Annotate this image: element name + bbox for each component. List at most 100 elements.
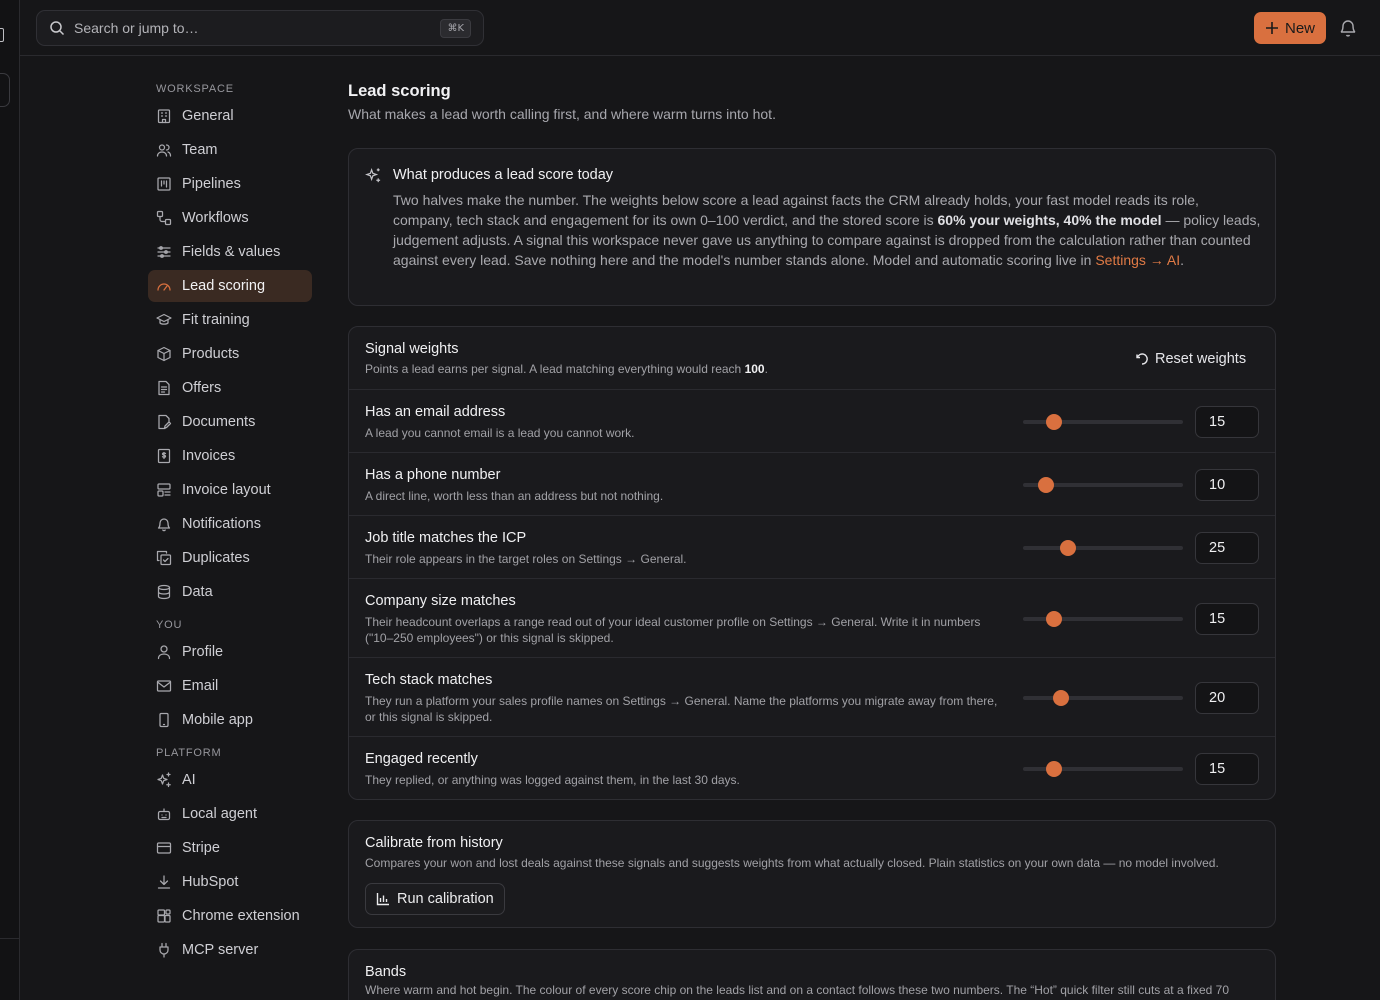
sidebar-item-label: Lead scoring xyxy=(182,278,266,294)
file-edit-icon xyxy=(158,414,172,430)
sidebar-item-invoices[interactable]: Invoices xyxy=(148,440,312,472)
bot-icon xyxy=(157,808,171,821)
weight-input[interactable]: 10 xyxy=(1195,469,1259,501)
signal-row: Has an email address A lead you cannot em… xyxy=(349,390,1275,453)
weight-slider[interactable] xyxy=(1023,414,1183,430)
weight-slider[interactable] xyxy=(1023,761,1183,777)
weight-input[interactable]: 15 xyxy=(1195,603,1259,635)
weight-slider[interactable] xyxy=(1023,540,1183,556)
sidebar-item-general[interactable]: General xyxy=(148,100,312,132)
building-icon xyxy=(157,109,171,124)
sidebar-item-label: Fields & values xyxy=(182,244,281,260)
sidebar-item-label: Profile xyxy=(182,644,224,660)
info-text-3: . xyxy=(1180,252,1185,268)
sidebar-item-mcp-server[interactable]: MCP server xyxy=(148,934,312,966)
file-text-icon xyxy=(158,380,170,396)
sidebar-item-label: Documents xyxy=(182,414,256,430)
weight-input[interactable]: 15 xyxy=(1195,753,1259,785)
sidebar-item-lead-scoring[interactable]: Lead scoring xyxy=(148,270,312,302)
rail-divider xyxy=(0,938,20,939)
sidebar-item-team[interactable]: Team xyxy=(148,134,312,166)
slider-thumb[interactable] xyxy=(1060,540,1076,556)
weight-input[interactable]: 15 xyxy=(1195,406,1259,438)
sidebar-item-pipelines[interactable]: Pipelines xyxy=(148,168,312,200)
database-icon xyxy=(157,584,171,600)
sidebar-item-label: Email xyxy=(182,678,219,694)
sidebar-item-invoice-layout[interactable]: Invoice layout xyxy=(148,474,312,506)
weight-input[interactable]: 25 xyxy=(1195,532,1259,564)
sidebar-item-label: General xyxy=(182,108,234,124)
sidebar-item-label: Local agent xyxy=(182,806,257,822)
search-icon xyxy=(50,21,65,36)
mail-icon xyxy=(156,680,172,692)
slider-thumb[interactable] xyxy=(1046,761,1062,777)
calibrate-card: Calibrate from history Compares your won… xyxy=(348,820,1276,928)
settings-ai-link[interactable]: Settings → AI xyxy=(1095,252,1180,268)
sparkles-icon xyxy=(365,167,381,183)
sidebar-item-label: AI xyxy=(182,772,196,788)
sidebar-toggle-icon[interactable] xyxy=(0,28,4,42)
sidebar-item-mobile-app[interactable]: Mobile app xyxy=(148,704,312,736)
sidebar-item-local-agent[interactable]: Local agent xyxy=(148,798,312,830)
sidebar-item-duplicates[interactable]: Duplicates xyxy=(148,542,312,574)
sidebar-item-workflows[interactable]: Workflows xyxy=(148,202,312,234)
signal-title: Company size matches xyxy=(365,593,516,609)
signal-weights-header: Signal weights Points a lead earns per s… xyxy=(349,327,1275,390)
sidebar-item-label: HubSpot xyxy=(182,874,239,890)
sidebar-item-label: Mobile app xyxy=(182,712,253,728)
sidebar-item-chrome-extension[interactable]: Chrome extension xyxy=(148,900,312,932)
layout-icon xyxy=(157,483,171,497)
run-calibration-label: Run calibration xyxy=(397,891,494,907)
signal-description: They run a platform your sales profile n… xyxy=(365,694,998,724)
sidebar-item-profile[interactable]: Profile xyxy=(148,636,312,668)
app-rail xyxy=(0,0,20,1000)
sidebar-item-stripe[interactable]: Stripe xyxy=(148,832,312,864)
slider-thumb[interactable] xyxy=(1046,611,1062,627)
sidebar-item-hubspot[interactable]: HubSpot xyxy=(148,866,312,898)
new-button[interactable]: New xyxy=(1254,12,1326,44)
sidebar-section-platform: PLATFORM xyxy=(156,747,222,759)
weight-slider[interactable] xyxy=(1023,611,1183,627)
slider-thumb[interactable] xyxy=(1053,690,1069,706)
sidebar-item-products[interactable]: Products xyxy=(148,338,312,370)
signal-title: Has an email address xyxy=(365,404,506,420)
slider-thumb[interactable] xyxy=(1038,477,1054,493)
rotate-ccw-icon xyxy=(1136,353,1148,365)
bell-icon[interactable] xyxy=(1338,18,1358,38)
calibrate-description: Compares your won and lost deals against… xyxy=(365,856,1219,870)
download-icon xyxy=(157,875,171,889)
slider-thumb[interactable] xyxy=(1046,414,1062,430)
sidebar-item-email[interactable]: Email xyxy=(148,670,312,702)
sidebar-item-fields-values[interactable]: Fields & values xyxy=(148,236,312,268)
sidebar-item-fit-training[interactable]: Fit training xyxy=(148,304,312,336)
signal-weights-max: 100 xyxy=(744,362,765,376)
sidebar-item-documents[interactable]: Documents xyxy=(148,406,312,438)
receipt-icon xyxy=(157,448,171,464)
reset-weights-button[interactable]: Reset weights xyxy=(1135,347,1246,371)
rail-button[interactable] xyxy=(0,73,10,107)
signal-row: Job title matches the ICP Their role appe… xyxy=(349,516,1275,579)
weight-slider[interactable] xyxy=(1023,477,1183,493)
signal-title: Engaged recently xyxy=(365,751,478,767)
signal-row: Has a phone number A direct line, worth l… xyxy=(349,453,1275,516)
sidebar-item-notifications[interactable]: Notifications xyxy=(148,508,312,540)
sidebar-item-ai[interactable]: AI xyxy=(148,764,312,796)
signal-description: A lead you cannot email is a lead you ca… xyxy=(365,426,635,440)
credit-card-icon xyxy=(156,842,172,854)
sidebar-item-offers[interactable]: Offers xyxy=(148,372,312,404)
search-input[interactable]: Search or jump to… ⌘K xyxy=(36,10,484,46)
sidebar-section-workspace: WORKSPACE xyxy=(156,83,234,95)
signal-description: Their role appears in the target roles o… xyxy=(365,552,687,566)
signal-weights-subtitle-end: . xyxy=(764,362,768,376)
bands-description: Where warm and hot begin. The colour of … xyxy=(365,983,1229,997)
sparkles-icon xyxy=(157,772,171,788)
sidebar-section-you: YOU xyxy=(156,619,183,631)
gauge-icon xyxy=(157,283,171,291)
signal-title: Job title matches the ICP xyxy=(365,530,527,546)
run-calibration-button[interactable]: Run calibration xyxy=(365,883,505,915)
sidebar-item-data[interactable]: Data xyxy=(148,576,312,608)
weight-input[interactable]: 20 xyxy=(1195,682,1259,714)
weight-slider[interactable] xyxy=(1023,690,1183,706)
sidebar-item-label: Chrome extension xyxy=(182,908,300,924)
bar-chart-icon xyxy=(376,893,389,906)
